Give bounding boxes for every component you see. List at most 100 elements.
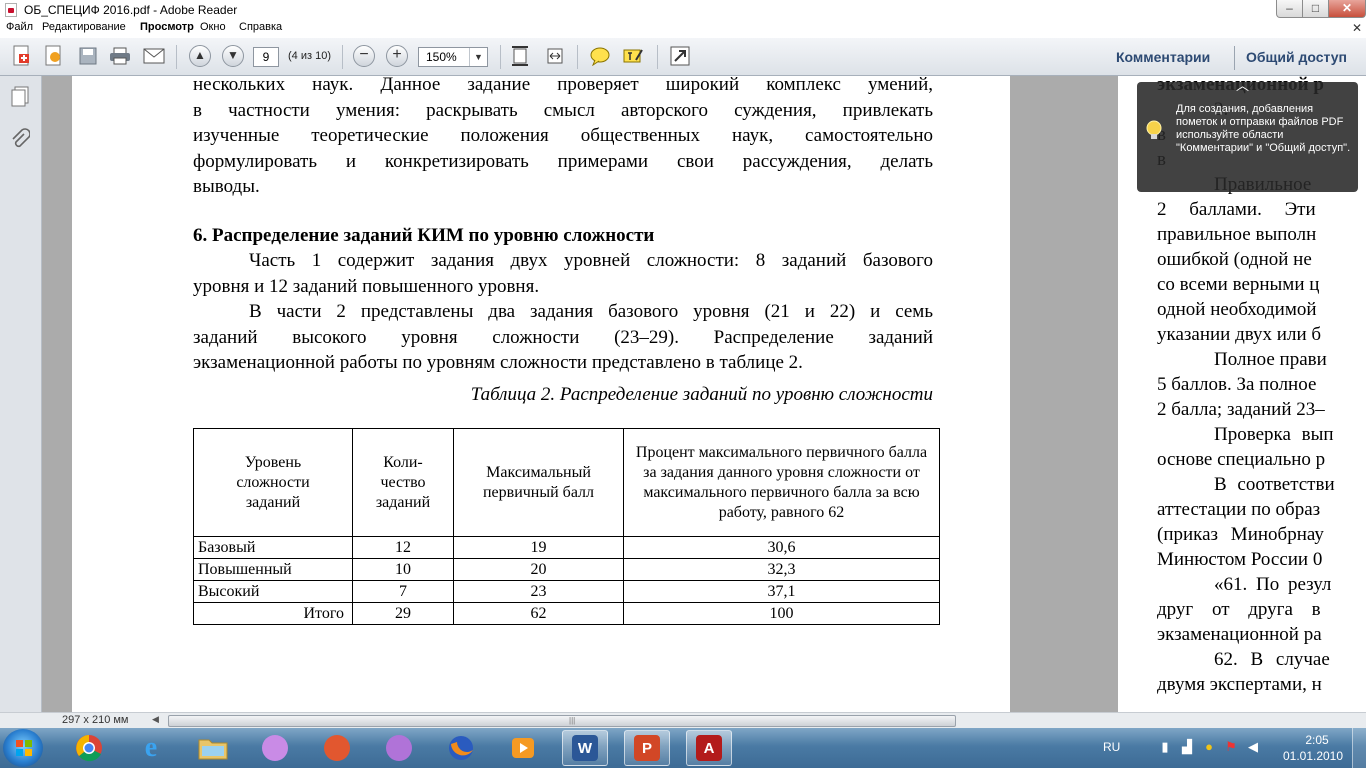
table-cell: 100 bbox=[623, 602, 940, 625]
text-line: ошибкой (одной не bbox=[1157, 249, 1312, 270]
horizontal-scrollbar[interactable]: ◀ ||| bbox=[152, 714, 1366, 727]
menu-help[interactable]: Справка bbox=[239, 21, 282, 33]
taskbar-app-luntik[interactable] bbox=[252, 730, 298, 766]
start-button[interactable] bbox=[3, 729, 43, 767]
adobe-reader-icon: A bbox=[696, 735, 722, 761]
table-cell: 23 bbox=[453, 580, 624, 603]
taskbar-app-masha[interactable] bbox=[314, 730, 360, 766]
chevron-up-icon[interactable]: ︿ bbox=[1236, 79, 1249, 92]
table-header-cell: Уровень сложности заданий bbox=[193, 428, 353, 537]
taskbar-adobe-reader[interactable]: A bbox=[686, 730, 732, 766]
taskbar-media-player[interactable] bbox=[500, 730, 546, 766]
scroll-left-icon[interactable]: ◀ bbox=[152, 714, 159, 725]
taskbar-word[interactable]: W bbox=[562, 730, 608, 766]
tooltip-text: Для создания, добавления пометок и отпра… bbox=[1176, 103, 1351, 154]
text-line: основе специально р bbox=[1157, 449, 1326, 470]
menu-window[interactable]: Окно bbox=[200, 21, 226, 33]
table-cell: 19 bbox=[453, 536, 624, 559]
text-line: формулировать и конкретизировать примера… bbox=[193, 150, 933, 172]
page-count-label: (4 из 10) bbox=[288, 50, 331, 62]
battery-icon[interactable]: ▮ bbox=[1157, 739, 1173, 755]
table-row: Повышенный 10 20 32,3 bbox=[193, 558, 940, 581]
table-cell: 30,6 bbox=[623, 536, 940, 559]
speaker-icon[interactable]: ◀ bbox=[1245, 739, 1261, 755]
taskbar-ie[interactable]: e bbox=[128, 730, 174, 766]
status-bar: 297 x 210 мм ◀ ||| bbox=[0, 712, 1366, 728]
table-cell: 29 bbox=[352, 602, 454, 625]
menu-view[interactable]: Просмотр bbox=[140, 21, 194, 33]
scrollbar-thumb[interactable]: ||| bbox=[168, 715, 956, 727]
comment-icon[interactable] bbox=[588, 44, 612, 68]
edit-pdf-icon[interactable] bbox=[42, 44, 66, 68]
menu-bar: Файл Редактирование Просмотр Окно Справк… bbox=[0, 20, 1366, 38]
taskbar-app-luntik-2[interactable] bbox=[376, 730, 422, 766]
clock-date[interactable]: 01.01.2010 bbox=[1282, 749, 1344, 763]
close-document-icon[interactable]: ✕ bbox=[1352, 21, 1362, 35]
save-icon[interactable] bbox=[76, 44, 100, 68]
comments-panel-link[interactable]: Комментарии bbox=[1116, 49, 1210, 65]
fit-page-icon[interactable] bbox=[508, 44, 532, 68]
create-pdf-icon[interactable] bbox=[10, 44, 34, 68]
chevron-down-icon[interactable]: ▼ bbox=[469, 48, 487, 66]
text-line: Часть 1 содержит задания двух уровней сл… bbox=[249, 250, 933, 271]
table-cell: Высокий bbox=[193, 580, 353, 603]
ie-icon: e bbox=[144, 732, 158, 763]
taskbar-chrome[interactable] bbox=[66, 730, 112, 766]
masha-icon bbox=[324, 735, 350, 761]
shield-icon[interactable]: ● bbox=[1201, 739, 1217, 755]
menu-file[interactable]: Файл bbox=[6, 21, 33, 33]
text-line: 2 балла; заданий 23– bbox=[1157, 399, 1325, 420]
clock-time[interactable]: 2:05 bbox=[1292, 733, 1342, 747]
maximize-button[interactable]: □ bbox=[1302, 0, 1329, 18]
text-line: выводы. bbox=[193, 176, 260, 197]
menu-edit[interactable]: Редактирование bbox=[42, 21, 126, 33]
table-caption: Таблица 2. Распределение заданий по уров… bbox=[470, 384, 933, 405]
previous-page-button[interactable]: ▲ bbox=[189, 45, 211, 67]
text-line: заданий высокого уровня сложности (23–29… bbox=[193, 326, 933, 348]
text-line: двумя экспертами, н bbox=[1157, 674, 1322, 695]
table-row: Базовый 12 19 30,6 bbox=[193, 536, 940, 559]
pdf-page: нескольких наук. Данное задание проверяе… bbox=[72, 76, 1010, 712]
taskbar-powerpoint[interactable]: P bbox=[624, 730, 670, 766]
network-icon[interactable]: ▟ bbox=[1179, 739, 1195, 755]
text-line: со всеми верными ц bbox=[1157, 274, 1320, 295]
flag-icon[interactable]: ⚑ bbox=[1223, 739, 1239, 755]
zoom-select[interactable]: 150% ▼ bbox=[418, 47, 488, 67]
highlight-icon[interactable] bbox=[621, 44, 645, 68]
toolbar: ▲ ▼ 9 (4 из 10) − + 150% ▼ Комментарии О… bbox=[0, 38, 1366, 76]
fit-width-icon[interactable] bbox=[543, 44, 567, 68]
table-cell: 20 bbox=[453, 558, 624, 581]
share-panel-link[interactable]: Общий доступ bbox=[1246, 49, 1347, 65]
table-cell: Итого bbox=[193, 602, 353, 625]
minimize-button[interactable]: – bbox=[1276, 0, 1303, 18]
zoom-in-button[interactable]: + bbox=[386, 45, 408, 67]
email-icon[interactable] bbox=[142, 44, 166, 68]
window-title: ОБ_СПЕЦИФ 2016.pdf - Adobe Reader bbox=[24, 3, 238, 17]
text-line: экзаменационной ра bbox=[1157, 624, 1322, 645]
title-bar: ОБ_СПЕЦИФ 2016.pdf - Adobe Reader – □ ✕ bbox=[0, 0, 1366, 20]
table-row-total: Итого 29 62 100 bbox=[193, 602, 940, 625]
print-icon[interactable] bbox=[108, 44, 132, 68]
text-line: (приказ Минобрнау bbox=[1157, 524, 1324, 545]
zoom-out-button[interactable]: − bbox=[353, 45, 375, 67]
text-line: Проверка вып bbox=[1214, 424, 1334, 445]
show-desktop-button[interactable] bbox=[1352, 728, 1366, 768]
text-line: 62. В случае bbox=[1214, 649, 1330, 670]
text-line: «61. По резул bbox=[1214, 574, 1332, 595]
page-number-input[interactable]: 9 bbox=[253, 47, 279, 67]
taskbar-firefox[interactable] bbox=[438, 730, 484, 766]
table-cell: 12 bbox=[352, 536, 454, 559]
pdf-file-icon bbox=[5, 3, 17, 17]
table-cell: Базовый bbox=[193, 536, 353, 559]
full-screen-icon[interactable] bbox=[668, 44, 692, 68]
pages-icon[interactable] bbox=[10, 86, 30, 113]
table-row: Высокий 7 23 37,1 bbox=[193, 580, 940, 603]
next-page-button[interactable]: ▼ bbox=[222, 45, 244, 67]
close-button[interactable]: ✕ bbox=[1328, 0, 1366, 18]
navigation-pane bbox=[0, 76, 42, 712]
language-indicator[interactable]: RU bbox=[1103, 740, 1120, 754]
difficulty-table: Уровень сложности заданий Коли-чество за… bbox=[193, 428, 940, 625]
taskbar-explorer[interactable] bbox=[190, 730, 236, 766]
chrome-icon bbox=[76, 735, 102, 762]
attachments-icon[interactable] bbox=[10, 128, 31, 155]
